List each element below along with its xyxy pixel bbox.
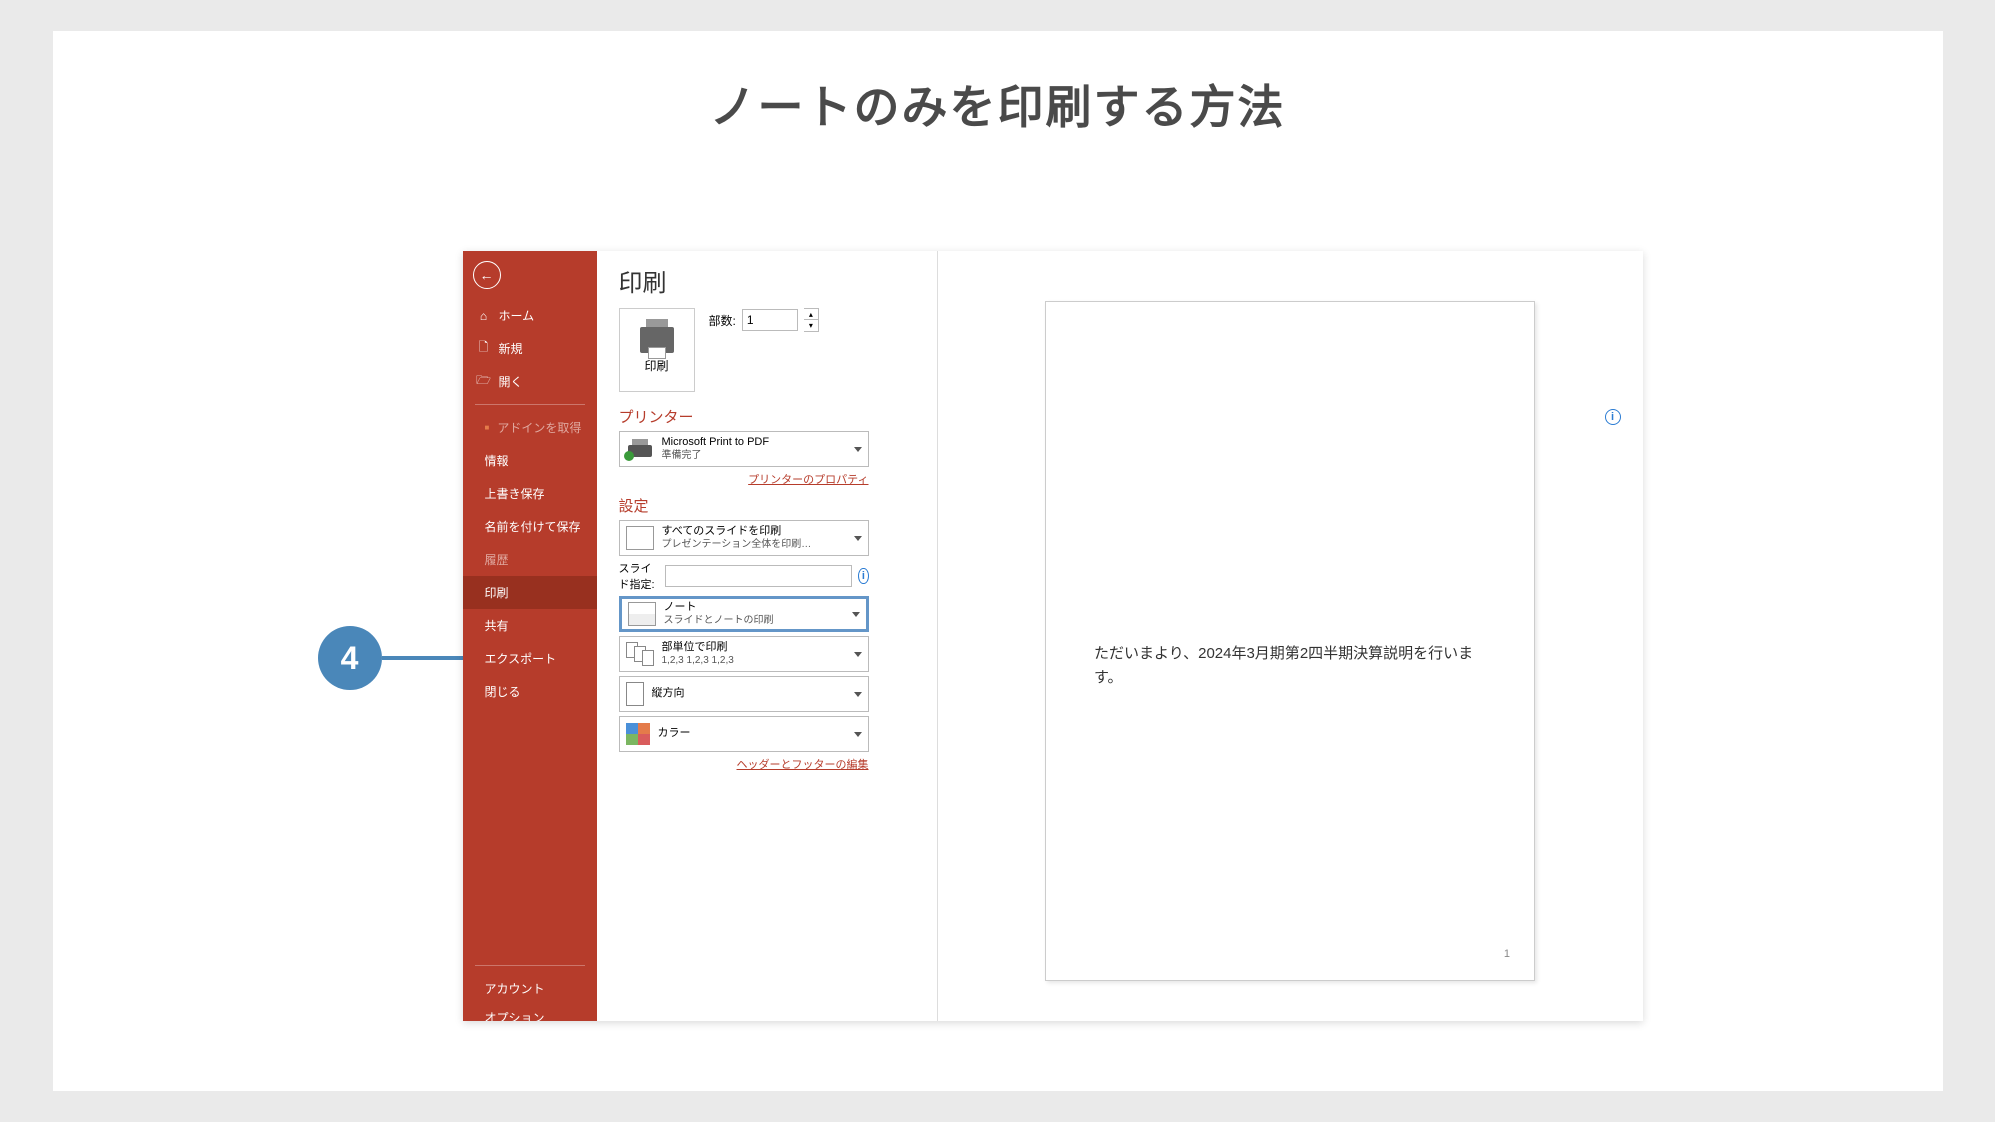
chevron-down-icon — [854, 447, 862, 452]
copies-input[interactable] — [742, 309, 798, 331]
collate-icon — [626, 642, 654, 666]
slide-spec-label: スライド指定: — [619, 560, 660, 592]
slide-spec-input[interactable] — [665, 565, 852, 587]
chevron-down-icon — [854, 652, 862, 657]
printer-dropdown[interactable]: Microsoft Print to PDF 準備完了 — [619, 431, 869, 467]
callout-number: 4 — [318, 626, 382, 690]
slides-icon — [626, 526, 654, 550]
nav-home-label: ホーム — [499, 307, 535, 324]
nav-divider-2 — [475, 965, 585, 966]
color-dropdown[interactable]: カラー — [619, 716, 869, 752]
nav-export-label: エクスポート — [485, 650, 557, 667]
folder-open-icon: 🗁 — [477, 375, 491, 389]
nav-save-label: 上書き保存 — [485, 485, 545, 502]
chevron-down-icon — [854, 732, 862, 737]
printer-icon — [640, 327, 674, 353]
nav-options-label: オプション — [485, 1009, 545, 1022]
nav-new-label: 新規 — [499, 340, 523, 357]
nav-addins-label: アドインを取得 — [497, 419, 581, 436]
layout-dropdown-notes[interactable]: ノート スライドとノートの印刷 — [619, 596, 869, 632]
printer-small-icon — [626, 439, 654, 459]
nav-open-label: 開く — [499, 373, 523, 390]
nav-open[interactable]: 🗁 開く — [463, 365, 597, 398]
collate-t2: 1,2,3 1,2,3 1,2,3 — [662, 655, 846, 668]
orientation-dropdown[interactable]: 縦方向 — [619, 676, 869, 712]
home-icon: ⌂ — [477, 309, 491, 323]
back-arrow-icon: ← — [480, 267, 494, 283]
nav-saveas-label: 名前を付けて保存 — [485, 518, 581, 535]
print-button[interactable]: 印刷 — [619, 308, 695, 392]
printer-properties-link[interactable]: プリンターのプロパティ — [619, 471, 869, 487]
nav-close[interactable]: 閉じる — [463, 675, 597, 708]
printer-section-label: プリンター — [619, 406, 694, 427]
preview-note-text: ただいまより、2024年3月期第2四半期決算説明を行います。 — [1094, 642, 1486, 690]
layout-t2: スライドとノートの印刷 — [664, 615, 844, 628]
print-panel: 印刷 印刷 部数: ▴ ▾ プリンター i — [597, 251, 1643, 1021]
slide-container: ノートのみを印刷する方法 4 ← ⌂ ホーム 🗋 新規 🗁 開く ■ — [53, 31, 1943, 1091]
settings-section-label: 設定 — [619, 495, 649, 516]
nav-share-label: 共有 — [485, 617, 509, 634]
nav-account[interactable]: アカウント — [463, 972, 597, 1005]
print-preview-pane: ただいまより、2024年3月期第2四半期決算説明を行います。 1 — [937, 251, 1643, 1021]
nav-home[interactable]: ⌂ ホーム — [463, 299, 597, 332]
nav-new[interactable]: 🗋 新規 — [463, 332, 597, 365]
nav-account-label: アカウント — [485, 980, 545, 997]
spinner-down-icon[interactable]: ▾ — [804, 320, 818, 331]
page-title: ノートのみを印刷する方法 — [53, 71, 1943, 137]
chevron-down-icon — [852, 612, 860, 617]
nav-close-label: 閉じる — [485, 683, 521, 700]
portrait-icon — [626, 682, 644, 706]
nav-print[interactable]: 印刷 — [463, 576, 597, 609]
powerpoint-backstage: ← ⌂ ホーム 🗋 新規 🗁 開く ■ アドインを取得 情報 — [463, 251, 1643, 1021]
nav-divider — [475, 404, 585, 405]
collate-dropdown[interactable]: 部単位で印刷 1,2,3 1,2,3 1,2,3 — [619, 636, 869, 672]
printer-status: 準備完了 — [662, 450, 846, 463]
orientation-label: 縦方向 — [652, 687, 846, 701]
nav-history[interactable]: 履歴 — [463, 543, 597, 576]
collate-t1: 部単位で印刷 — [662, 641, 846, 655]
chevron-down-icon — [854, 692, 862, 697]
copies-label: 部数: — [709, 312, 736, 329]
spinner-up-icon[interactable]: ▴ — [804, 309, 818, 320]
nav-share[interactable]: 共有 — [463, 609, 597, 642]
nav-history-label: 履歴 — [485, 551, 509, 568]
color-icon — [626, 723, 650, 745]
preview-page: ただいまより、2024年3月期第2四半期決算説明を行います。 1 — [1045, 301, 1535, 981]
nav-info-label: 情報 — [485, 452, 509, 469]
print-button-label: 印刷 — [644, 357, 668, 374]
nav-export[interactable]: エクスポート — [463, 642, 597, 675]
backstage-sidebar: ← ⌂ ホーム 🗋 新規 🗁 開く ■ アドインを取得 情報 — [463, 251, 597, 1021]
preview-page-number: 1 — [1504, 946, 1510, 964]
print-range-dropdown[interactable]: すべてのスライドを印刷 プレゼンテーション全体を印刷… — [619, 520, 869, 556]
info-icon[interactable]: i — [858, 568, 868, 584]
copies-field: 部数: ▴ ▾ — [709, 308, 819, 332]
color-label: カラー — [658, 727, 846, 741]
print-range-t2: プレゼンテーション全体を印刷… — [662, 539, 846, 552]
copies-spinner[interactable]: ▴ ▾ — [804, 308, 819, 332]
header-footer-link[interactable]: ヘッダーとフッターの編集 — [619, 756, 869, 772]
nav-addins[interactable]: ■ アドインを取得 — [463, 411, 597, 444]
bullet-icon: ■ — [485, 423, 490, 432]
nav-save[interactable]: 上書き保存 — [463, 477, 597, 510]
print-range-t1: すべてのスライドを印刷 — [662, 525, 846, 539]
nav-options[interactable]: オプション — [463, 1005, 597, 1021]
nav-info[interactable]: 情報 — [463, 444, 597, 477]
notes-icon — [628, 602, 656, 626]
nav-saveas[interactable]: 名前を付けて保存 — [463, 510, 597, 543]
nav-print-label: 印刷 — [485, 584, 509, 601]
back-button[interactable]: ← — [473, 261, 501, 289]
printer-name: Microsoft Print to PDF — [662, 436, 846, 450]
chevron-down-icon — [854, 536, 862, 541]
layout-t1: ノート — [664, 601, 844, 615]
file-icon: 🗋 — [477, 342, 491, 356]
